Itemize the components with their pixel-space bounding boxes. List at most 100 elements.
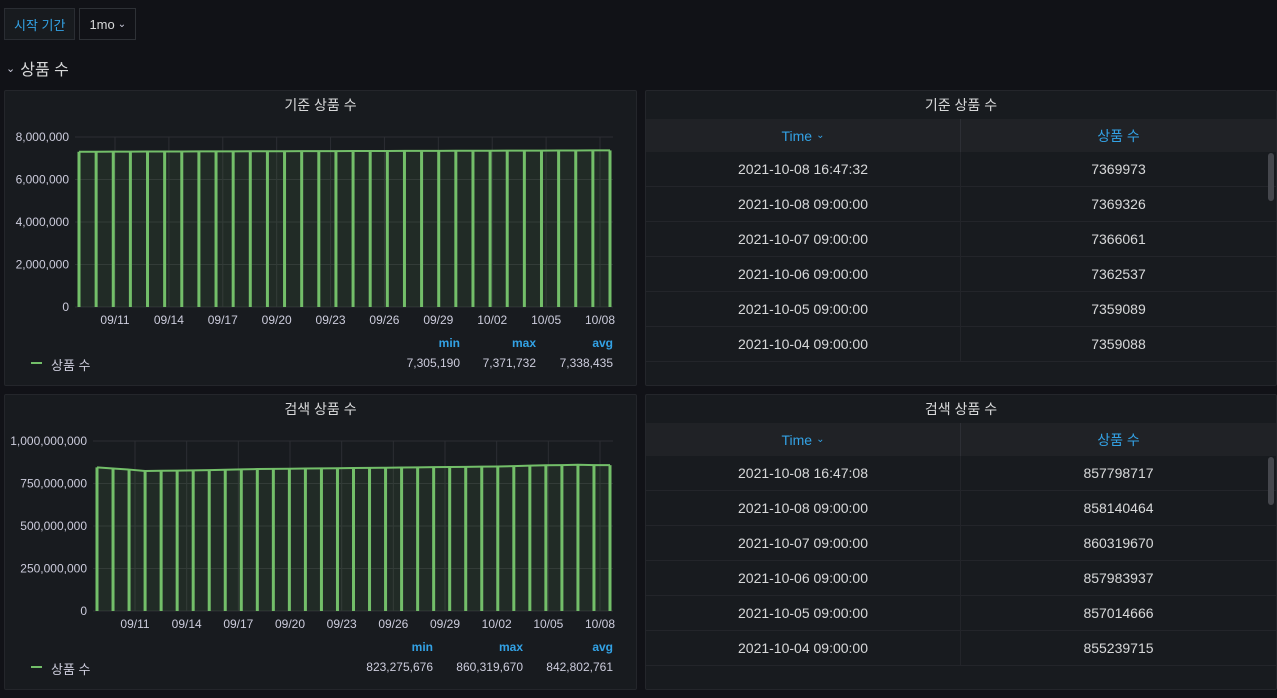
time-column-header[interactable]: Time ⌄ [646, 119, 961, 152]
value-cell: 860319670 [1083, 535, 1154, 551]
time-column-header[interactable]: Time ⌄ [646, 423, 961, 456]
bar [385, 150, 389, 307]
row-title: 상품 수 [20, 62, 69, 79]
chart-legend: min max avg 상품 수 823,275,676 860,319,670… [5, 640, 636, 680]
table-row: 2021-10-04 09:00:00 7359088 [646, 327, 1276, 362]
base-chart-panel: 기준 상품 수 8,000,000 6,000,000 4,000,000 2,000… [4, 90, 637, 386]
x-tick-label: 09/29 [430, 617, 460, 631]
bar [464, 466, 468, 611]
table-body[interactable]: 2021-10-08 16:47:08 857798717 2021-10-08 … [646, 456, 1276, 689]
bar [111, 151, 115, 307]
bar [175, 470, 179, 611]
time-cell: 2021-10-08 16:47:08 [646, 456, 961, 490]
bar [528, 465, 532, 611]
x-tick-label: 09/11 [120, 617, 149, 631]
value-column-header[interactable]: 상품 수 [961, 423, 1276, 456]
chevron-down-icon: ⌄ [816, 130, 825, 141]
bar [180, 151, 184, 307]
y-tick-label: 250,000,000 [20, 562, 87, 576]
legend-max-header[interactable]: max [499, 640, 523, 654]
series-area [79, 150, 610, 307]
x-tick-label: 09/26 [369, 313, 399, 327]
x-tick-label: 10/05 [533, 617, 563, 631]
time-cell: 2021-10-05 09:00:00 [646, 292, 961, 326]
legend-min-header[interactable]: min [412, 640, 433, 654]
bar [239, 469, 243, 611]
x-tick-label: 10/02 [477, 313, 507, 327]
bar [335, 468, 339, 611]
row-header[interactable]: ⌄ 상품 수 [6, 56, 69, 80]
time-cell: 2021-10-05 09:00:00 [646, 596, 961, 630]
bar [522, 150, 526, 307]
x-tick-label: 09/26 [378, 617, 408, 631]
x-tick-label: 09/11 [100, 313, 129, 327]
bar [544, 465, 548, 611]
legend-avg-header[interactable]: avg [592, 336, 613, 350]
bar [255, 469, 259, 611]
bar [471, 150, 475, 307]
bar [592, 465, 596, 611]
table-scrollbar[interactable] [1268, 153, 1274, 201]
value-column-header[interactable]: 상품 수 [961, 119, 1276, 152]
x-tick-label: 09/29 [423, 313, 453, 327]
y-tick-label: 6,000,000 [16, 173, 70, 187]
legend-max-value: 860,319,670 [456, 660, 523, 674]
value-cell: 7369326 [1091, 196, 1146, 212]
bar [505, 150, 509, 307]
value-column-label: 상품 수 [1097, 431, 1140, 448]
bar [197, 151, 201, 307]
table-row: 2021-10-05 09:00:00 7359089 [646, 292, 1276, 327]
bar [163, 151, 167, 307]
x-tick-label: 10/02 [482, 617, 512, 631]
chart-legend: min max avg 상품 수 7,305,190 7,371,732 7,3… [5, 336, 636, 376]
start-period-label[interactable]: 시작 기간 [4, 8, 76, 40]
legend-series-name[interactable]: 상품 수 [51, 355, 91, 374]
bar [402, 150, 406, 307]
bar [319, 468, 323, 611]
legend-avg-value: 842,802,761 [546, 660, 613, 674]
legend-min-value: 823,275,676 [366, 660, 433, 674]
legend-min-header[interactable]: min [439, 336, 460, 350]
bar [265, 151, 269, 307]
value-cell: 7369973 [1091, 161, 1146, 177]
start-period-select[interactable]: 1mo ⌄ [79, 8, 137, 40]
legend-avg-header[interactable]: avg [592, 640, 613, 654]
time-cell: 2021-10-06 09:00:00 [646, 257, 961, 291]
value-cell: 7366061 [1091, 231, 1146, 247]
x-tick-label: 09/17 [208, 313, 238, 327]
y-tick-label: 500,000,000 [20, 519, 87, 533]
table-header: Time ⌄ 상품 수 [646, 423, 1276, 456]
bar [317, 151, 321, 307]
bar [368, 151, 372, 307]
legend-series-swatch [31, 666, 42, 668]
bar [231, 151, 235, 307]
value-cell: 857983937 [1083, 570, 1154, 586]
start-period-value: 1mo [89, 16, 115, 32]
bar [608, 465, 612, 611]
bar [77, 151, 81, 307]
x-tick-label: 09/17 [223, 617, 253, 631]
panel-title[interactable]: 기준 상품 수 [646, 95, 1276, 115]
y-tick-label: 8,000,000 [16, 130, 70, 144]
bar [94, 151, 98, 307]
time-cell: 2021-10-07 09:00:00 [646, 222, 961, 256]
panel-title[interactable]: 검색 상품 수 [646, 399, 1276, 419]
bar [143, 471, 147, 611]
x-tick-label: 09/23 [327, 617, 357, 631]
bar [303, 468, 307, 611]
value-cell: 7359089 [1091, 301, 1146, 317]
y-tick-label: 0 [62, 300, 69, 314]
table-body[interactable]: 2021-10-08 16:47:32 7369973 2021-10-08 09… [646, 152, 1276, 385]
table-scrollbar[interactable] [1268, 457, 1274, 505]
value-cell: 857014666 [1083, 605, 1154, 621]
value-cell: 7362537 [1091, 266, 1146, 282]
bar [432, 467, 436, 611]
legend-max-header[interactable]: max [512, 336, 536, 350]
chevron-down-icon: ⌄ [117, 18, 127, 30]
x-tick-label: 09/20 [275, 617, 305, 631]
bar [608, 150, 612, 307]
value-cell: 855239715 [1083, 640, 1154, 656]
legend-max-value: 7,371,732 [482, 356, 536, 370]
legend-series-name[interactable]: 상품 수 [51, 659, 91, 678]
bar [283, 151, 287, 307]
